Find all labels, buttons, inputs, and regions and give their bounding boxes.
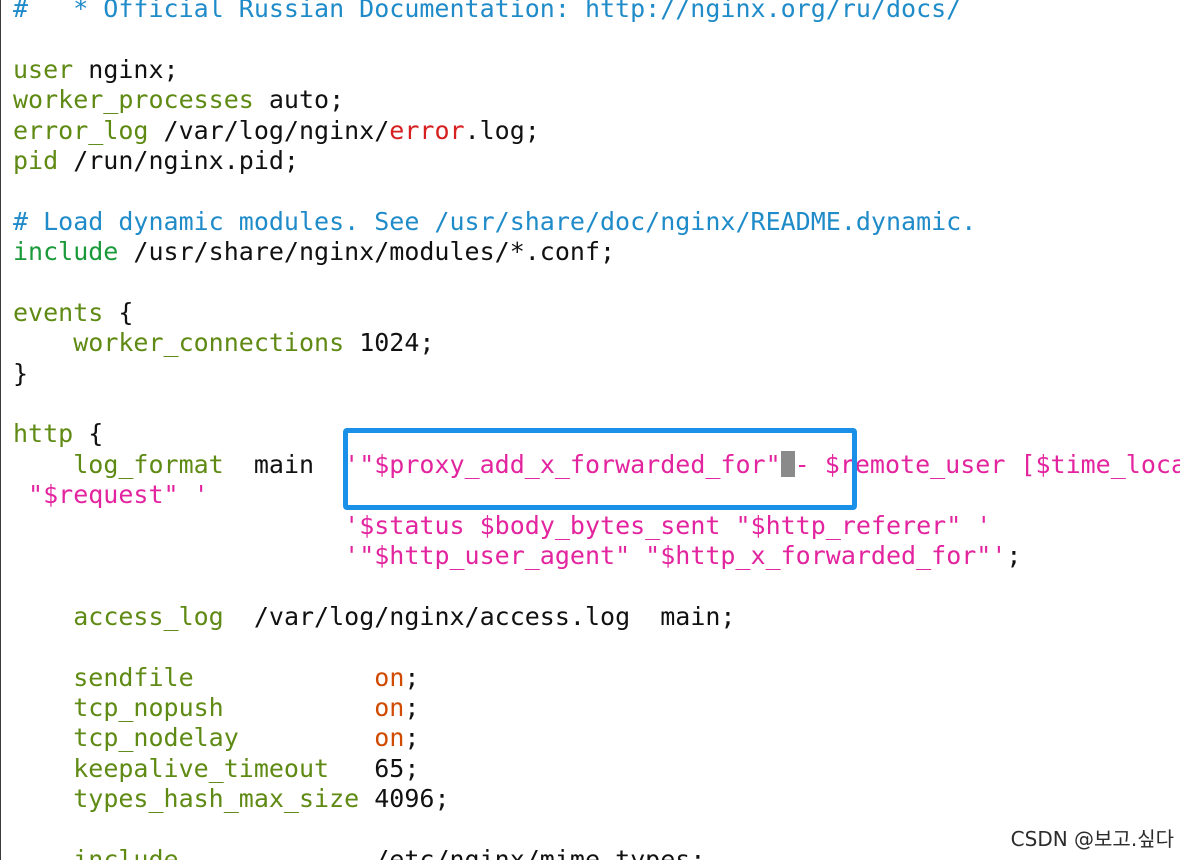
code-token-keyword: include	[73, 844, 179, 860]
code-line: "$request" '	[13, 480, 1180, 510]
code-line: tcp_nodelay on;	[13, 723, 1180, 753]
code-line: pid /run/nginx.pid;	[13, 146, 1180, 176]
code-token-keyword: pid	[13, 145, 59, 175]
code-token-keyword: access_log	[73, 601, 224, 631]
code-line: include /usr/share/nginx/modules/*.conf;	[13, 237, 1180, 267]
code-token-text: /run/nginx.pid;	[58, 145, 299, 175]
code-token-value: on	[374, 723, 405, 753]
code-token-text: {	[73, 419, 104, 449]
code-token-text: 65;	[329, 753, 420, 783]
code-token-keyword: tcp_nodelay	[73, 723, 239, 753]
code-token-text: 1024;	[344, 328, 435, 358]
code-token-text: ;	[404, 692, 420, 722]
code-line: http {	[13, 419, 1180, 449]
code-token-keyword: user	[13, 54, 74, 84]
code-token-text: /usr/share/nginx/modules/*.conf;	[118, 237, 616, 267]
code-token-string: '$status $body_bytes_sent "$http_referer…	[344, 510, 992, 540]
code-token-keyword: http	[13, 419, 74, 449]
code-token-string: '"$http_user_agent" "$http_x_forwarded_f…	[344, 541, 1007, 571]
code-token-string: "$request" '	[13, 480, 209, 510]
code-line: types_hash_max_size 4096;	[13, 784, 1180, 814]
code-line: '"$http_user_agent" "$http_x_forwarded_f…	[13, 541, 1180, 571]
code-line: error_log /var/log/nginx/error.log;	[13, 116, 1180, 146]
code-line: '$status $body_bytes_sent "$http_referer…	[13, 511, 1180, 541]
code-line: # Load dynamic modules. See /usr/share/d…	[13, 207, 1180, 237]
code-line: keepalive_timeout 65;	[13, 754, 1180, 784]
code-token-string: '"$proxy_add_x_forwarded_for"	[344, 449, 781, 479]
text-cursor	[780, 450, 795, 477]
code-line: sendfile on;	[13, 663, 1180, 693]
code-token-text: ;	[404, 723, 420, 753]
code-line: worker_connections 1024;	[13, 328, 1180, 358]
code-token-text: /var/log/nginx/access.log main;	[223, 601, 736, 631]
code-line: log_format main '"$proxy_add_x_forwarded…	[13, 450, 1180, 480]
code-token-keyword: keepalive_timeout	[73, 753, 330, 783]
code-token-keyword: error_log	[13, 115, 149, 145]
code-token-keyword: types_hash_max_size	[73, 784, 360, 814]
code-token-text: /etc/nginx/mime.types;	[178, 844, 706, 860]
code-token-keyword: worker_processes	[13, 85, 254, 115]
code-token-text: main	[223, 449, 345, 479]
code-token-error: error	[389, 115, 465, 145]
code-line: tcp_nopush on;	[13, 693, 1180, 723]
code-token-keyword: log_format	[73, 449, 224, 479]
code-token-text: {	[103, 297, 134, 327]
code-token-comment: # * Official Russian Documentation: http…	[13, 0, 962, 23]
code-token-text: ;	[1006, 541, 1022, 571]
code-token-text: nginx;	[73, 54, 179, 84]
watermark: CSDN @보고.싶다	[1010, 827, 1174, 851]
code-token-value: on	[374, 662, 405, 692]
terminal-window[interactable]: # * Official Russian Documentation: http…	[0, 0, 1180, 860]
code-token-text: /var/log/nginx/	[148, 115, 390, 145]
code-line: include /etc/nginx/mime.types;	[13, 845, 1180, 860]
code-token-keyword: sendfile	[73, 662, 194, 692]
code-token-keyword: worker_connections	[73, 328, 345, 358]
code-token-include: include	[13, 237, 119, 267]
code-token-text: 4096;	[359, 784, 450, 814]
code-line: worker_processes auto;	[13, 85, 1180, 115]
code-token-keyword: events	[13, 297, 104, 327]
code-token-string: - $remote_user [$time_local]	[794, 449, 1180, 479]
code-token-text: auto;	[253, 85, 345, 115]
code-token-text: }	[13, 358, 29, 388]
code-token-keyword: tcp_nopush	[73, 692, 224, 722]
code-line: }	[13, 359, 1180, 389]
code-line: user nginx;	[13, 55, 1180, 85]
code-line: events {	[13, 298, 1180, 328]
code-token-value: on	[374, 692, 405, 722]
code-token-text: .log;	[464, 115, 540, 145]
code-line: access_log /var/log/nginx/access.log mai…	[13, 602, 1180, 632]
code-token-text: ;	[404, 662, 420, 692]
code-line: # * Official Russian Documentation: http…	[13, 0, 1180, 24]
code-token-comment: # Load dynamic modules. See /usr/share/d…	[13, 206, 977, 236]
code-editor[interactable]: # * Official Russian Documentation: http…	[13, 0, 1180, 860]
